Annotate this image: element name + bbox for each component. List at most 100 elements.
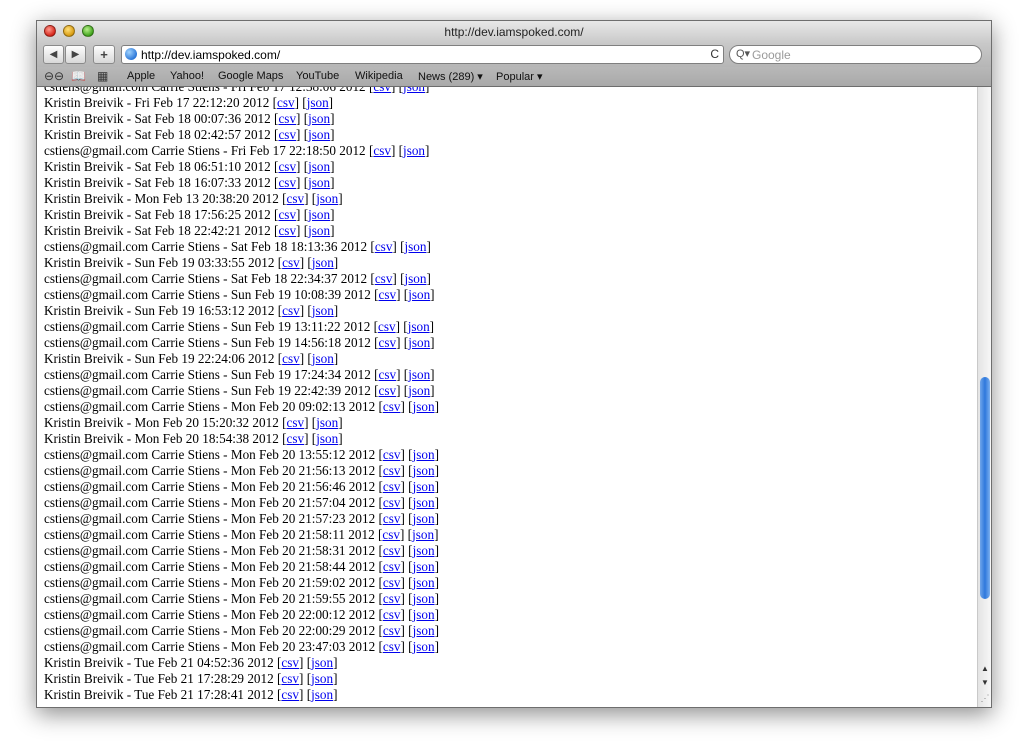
top-sites-grid-icon[interactable]: ▦: [97, 69, 108, 83]
csv-link[interactable]: csv: [383, 479, 401, 494]
json-link[interactable]: json: [413, 447, 435, 462]
json-link[interactable]: json: [413, 559, 435, 574]
json-link[interactable]: json: [408, 287, 430, 302]
csv-link[interactable]: csv: [379, 335, 397, 350]
search-icon[interactable]: Q▾: [736, 47, 750, 60]
json-link[interactable]: json: [312, 255, 334, 270]
forward-button[interactable]: ▶: [65, 45, 86, 64]
json-link[interactable]: json: [408, 335, 430, 350]
add-bookmark-button[interactable]: +: [93, 45, 115, 64]
csv-link[interactable]: csv: [281, 687, 299, 702]
csv-link[interactable]: csv: [383, 559, 401, 574]
bookmarks-book-icon[interactable]: 📖: [71, 69, 86, 83]
scroll-down-arrow[interactable]: ▼: [979, 677, 991, 689]
bookmark-wikipedia[interactable]: Wikipedia: [355, 70, 403, 82]
csv-link[interactable]: csv: [287, 431, 305, 446]
csv-link[interactable]: csv: [379, 367, 397, 382]
csv-link[interactable]: csv: [278, 207, 296, 222]
csv-link[interactable]: csv: [382, 527, 400, 542]
csv-link[interactable]: csv: [278, 127, 296, 142]
csv-link[interactable]: csv: [373, 87, 391, 94]
json-link[interactable]: json: [308, 175, 330, 190]
json-link[interactable]: json: [413, 399, 435, 414]
json-link[interactable]: json: [312, 303, 334, 318]
csv-link[interactable]: csv: [383, 575, 401, 590]
resize-grip-icon[interactable]: ⋰: [978, 691, 991, 705]
csv-link[interactable]: csv: [373, 143, 391, 158]
bookmark-apple[interactable]: Apple: [127, 70, 155, 82]
csv-link[interactable]: csv: [278, 159, 296, 174]
csv-link[interactable]: csv: [277, 95, 295, 110]
csv-link[interactable]: csv: [383, 399, 401, 414]
csv-link[interactable]: csv: [278, 111, 296, 126]
json-link[interactable]: json: [308, 159, 330, 174]
json-link[interactable]: json: [308, 223, 330, 238]
csv-link[interactable]: csv: [375, 271, 393, 286]
csv-link[interactable]: csv: [383, 623, 401, 638]
search-field[interactable]: Q▾ Google: [729, 45, 982, 64]
json-link[interactable]: json: [308, 111, 330, 126]
json-link[interactable]: json: [413, 623, 435, 638]
json-link[interactable]: json: [311, 655, 333, 670]
vertical-scrollbar[interactable]: ▲ ▼ ⋰: [977, 87, 991, 707]
bookmark-popular-menu[interactable]: Popular ▾: [496, 70, 543, 83]
csv-link[interactable]: csv: [282, 255, 300, 270]
json-link[interactable]: json: [312, 351, 334, 366]
back-button[interactable]: ◀: [43, 45, 64, 64]
scroll-up-arrow[interactable]: ▲: [979, 663, 991, 675]
json-link[interactable]: json: [413, 607, 435, 622]
csv-link[interactable]: csv: [282, 303, 300, 318]
csv-link[interactable]: csv: [383, 495, 401, 510]
csv-link[interactable]: csv: [383, 543, 401, 558]
json-link[interactable]: json: [413, 479, 435, 494]
json-link[interactable]: json: [413, 639, 435, 654]
json-link[interactable]: json: [405, 271, 427, 286]
csv-link[interactable]: csv: [281, 671, 299, 686]
bookmark-news-menu[interactable]: News (289) ▾: [418, 70, 483, 83]
csv-link[interactable]: csv: [278, 175, 296, 190]
address-input[interactable]: http://dev.iamspoked.com/: [141, 48, 280, 62]
bookmark-google-maps[interactable]: Google Maps: [218, 70, 283, 82]
reading-glasses-icon[interactable]: ⊖⊖: [44, 69, 64, 83]
csv-link[interactable]: csv: [383, 463, 401, 478]
json-link[interactable]: json: [307, 95, 329, 110]
csv-link[interactable]: csv: [375, 239, 393, 254]
json-link[interactable]: json: [316, 415, 338, 430]
csv-link[interactable]: csv: [379, 287, 397, 302]
bookmark-yahoo[interactable]: Yahoo!: [170, 70, 204, 82]
json-link[interactable]: json: [408, 319, 430, 334]
csv-link[interactable]: csv: [383, 447, 401, 462]
csv-link[interactable]: csv: [282, 351, 300, 366]
json-link[interactable]: json: [408, 367, 430, 382]
json-link[interactable]: json: [412, 527, 434, 542]
search-input[interactable]: Google: [752, 48, 791, 62]
json-link[interactable]: json: [413, 543, 435, 558]
json-link[interactable]: json: [413, 575, 435, 590]
csv-link[interactable]: csv: [383, 639, 401, 654]
scrollbar-thumb[interactable]: [980, 377, 990, 599]
json-link[interactable]: json: [403, 87, 425, 94]
json-link[interactable]: json: [408, 383, 430, 398]
json-link[interactable]: json: [308, 207, 330, 222]
json-link[interactable]: json: [311, 671, 333, 686]
json-link[interactable]: json: [311, 687, 333, 702]
csv-link[interactable]: csv: [383, 607, 401, 622]
json-link[interactable]: json: [413, 591, 435, 606]
json-link[interactable]: json: [413, 463, 435, 478]
bookmark-youtube[interactable]: YouTube: [296, 70, 339, 82]
json-link[interactable]: json: [403, 143, 425, 158]
json-link[interactable]: json: [405, 239, 427, 254]
csv-link[interactable]: csv: [379, 383, 397, 398]
csv-link[interactable]: csv: [287, 191, 305, 206]
json-link[interactable]: json: [308, 127, 330, 142]
csv-link[interactable]: csv: [383, 511, 401, 526]
csv-link[interactable]: csv: [278, 223, 296, 238]
json-link[interactable]: json: [316, 191, 338, 206]
csv-link[interactable]: csv: [383, 591, 401, 606]
address-bar[interactable]: http://dev.iamspoked.com/ C: [121, 45, 724, 64]
csv-link[interactable]: csv: [281, 655, 299, 670]
json-link[interactable]: json: [413, 495, 435, 510]
json-link[interactable]: json: [316, 431, 338, 446]
csv-link[interactable]: csv: [287, 415, 305, 430]
csv-link[interactable]: csv: [378, 319, 396, 334]
